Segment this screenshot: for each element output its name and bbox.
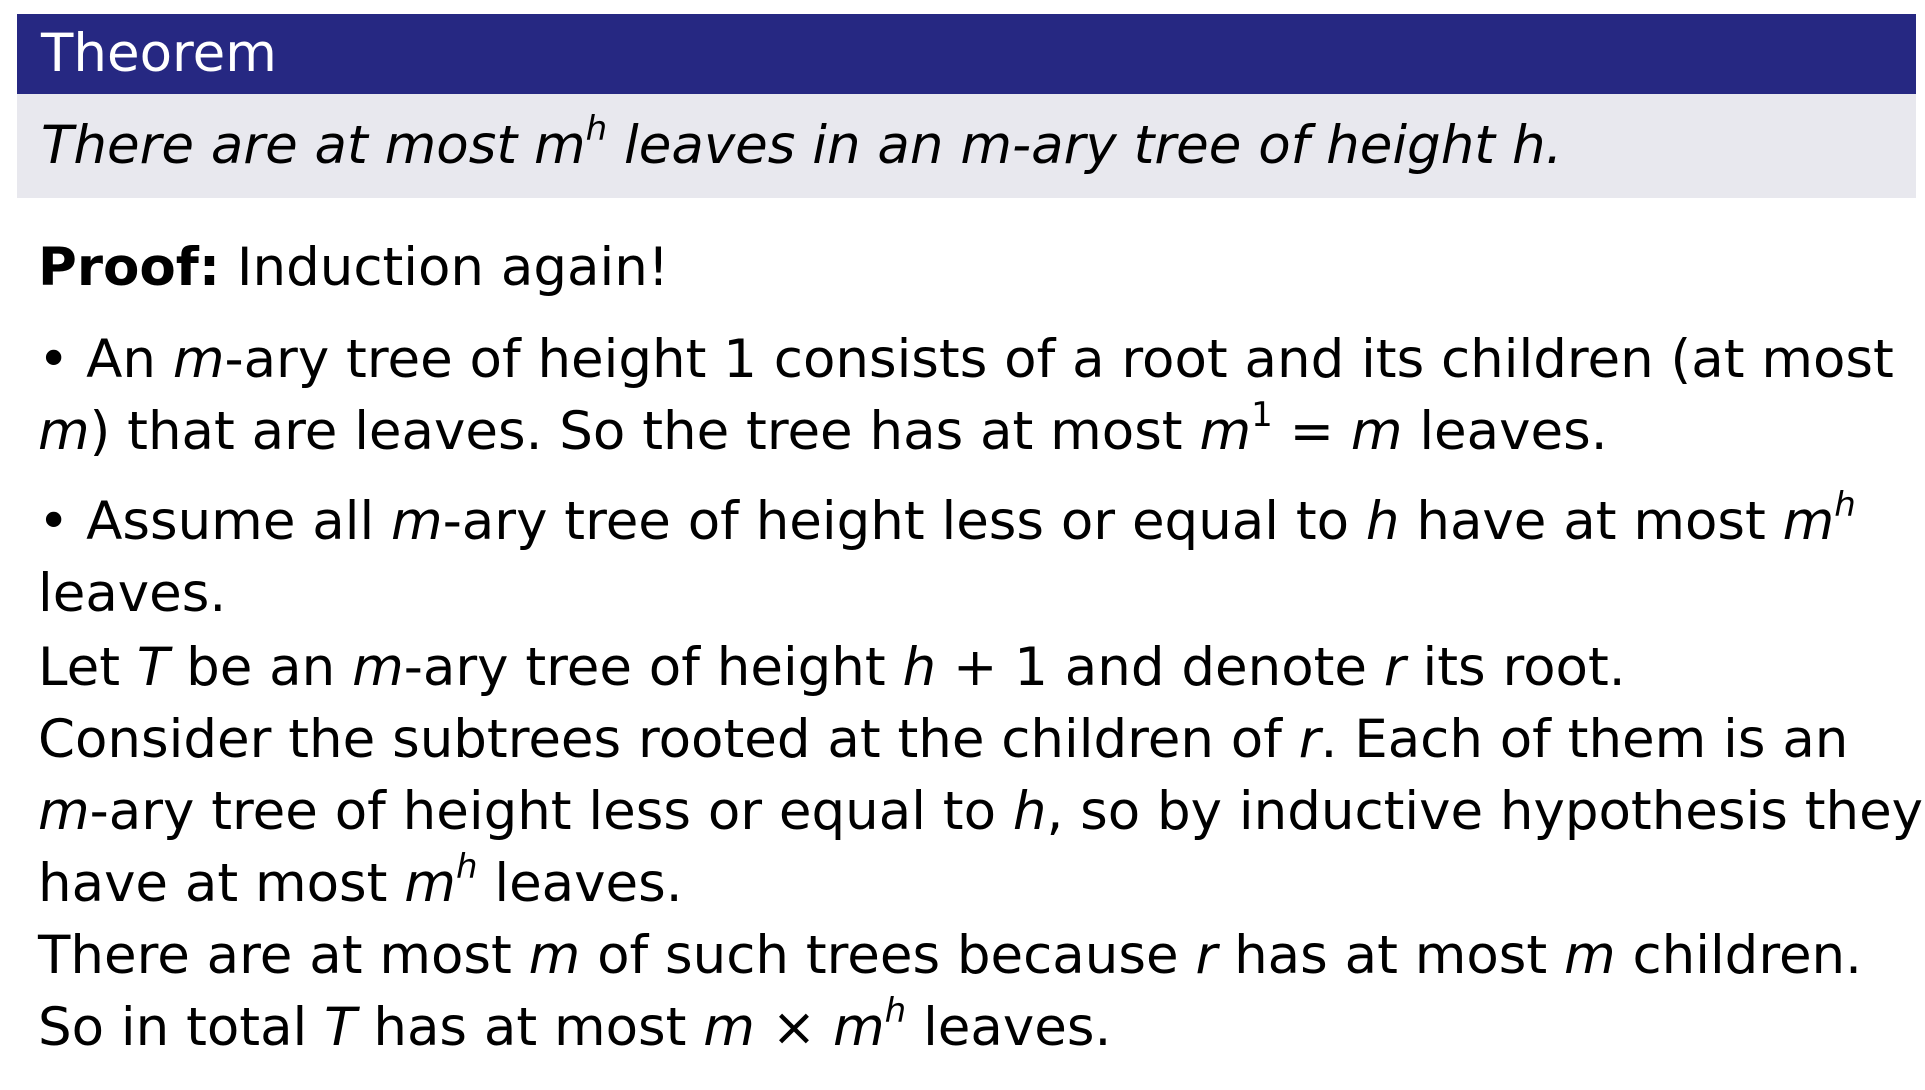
text: Assume all [69, 491, 392, 552]
math-var: m [833, 997, 885, 1058]
text: leaves. [906, 997, 1112, 1058]
math-var: r [1195, 925, 1218, 986]
text: its root. [1405, 637, 1626, 698]
text: An [69, 329, 173, 390]
math-var: h [1365, 491, 1400, 552]
math-var: h [902, 637, 937, 698]
math-var: m [352, 637, 404, 698]
math-exponent: 1 [1251, 395, 1273, 436]
math-exponent: h [1834, 485, 1856, 526]
consider-line-3: have at most mh leaves. [38, 850, 683, 916]
bullet-2-line-2: leaves. [38, 562, 226, 626]
text: There are at most [38, 925, 529, 986]
text: . Each of them is an [1320, 709, 1849, 770]
theorem-statement: There are at most mh leaves in an m-ary … [17, 94, 1916, 198]
bullet-1-line-2: m) that are leaves. So the tree has at m… [38, 398, 1608, 464]
text: has at most [1217, 925, 1565, 986]
text: have at most [1399, 491, 1783, 552]
math-var: h [1511, 115, 1546, 176]
math-var: m [1564, 925, 1616, 986]
consider-line-2: m-ary tree of height less or equal to h,… [38, 780, 1923, 844]
theorem-text: There are at most [41, 115, 534, 176]
theorem-text: -ary tree of height [1011, 115, 1512, 176]
consider-line-1: Consider the subtrees rooted at the chil… [38, 708, 1848, 772]
math-var: m [1350, 401, 1403, 462]
text: leaves. [477, 853, 683, 914]
math-var: m [38, 781, 90, 842]
bullet-1-line-1: • An m-ary tree of height 1 consists of … [38, 328, 1894, 392]
text: -ary tree of height less or equal to [89, 781, 1013, 842]
math-var: r [1383, 637, 1406, 698]
text: -ary tree of height [403, 637, 903, 698]
proof-intro: Induction again! [220, 237, 670, 298]
math-var: m [528, 925, 581, 986]
math-exponent: h [585, 109, 608, 150]
let-line: Let T be an m-ary tree of height h + 1 a… [38, 636, 1626, 700]
so-total-line: So in total T has at most m × mh leaves. [38, 994, 1112, 1060]
text: , so by inductive hypothesis they [1046, 781, 1924, 842]
text: leaves. [1402, 401, 1608, 462]
math-operator: = [1272, 401, 1351, 462]
text: has at most [356, 997, 704, 1058]
math-var: m [960, 115, 1012, 176]
math-var: m [172, 329, 225, 390]
theorem-title: Theorem [17, 14, 1916, 94]
text: and denote [1047, 637, 1384, 698]
text: Consider the subtrees rooted at the chil… [38, 709, 1299, 770]
math-var: r [1298, 709, 1321, 770]
slide: Theorem There are at most mh leaves in a… [0, 0, 1925, 1090]
math-var: m [404, 853, 456, 914]
proof-heading: Proof: Induction again! [38, 236, 669, 300]
math-operator: × [754, 997, 834, 1058]
math-var: m [1782, 491, 1835, 552]
math-exponent: h [455, 847, 478, 888]
math-var: h [1012, 781, 1047, 842]
theorem-text: leaves in an [607, 115, 961, 176]
proof-label: Proof: [38, 237, 221, 298]
bullet-icon: • [38, 491, 70, 552]
math-var: m [703, 997, 755, 1058]
math-var: T [324, 997, 357, 1058]
text: be an [169, 637, 353, 698]
text: ) that are leaves. So the tree has at mo… [89, 401, 1200, 462]
bullet-2-line-1: • Assume all m-ary tree of height less o… [38, 488, 1856, 554]
math-var: m [391, 491, 443, 552]
text: -ary tree of height 1 consists of a root… [224, 329, 1894, 390]
math-var: m [533, 115, 586, 176]
text: -ary tree of height less or equal to [442, 491, 1366, 552]
math-operator: + 1 [936, 637, 1048, 698]
math-var: m [38, 401, 90, 462]
there-are-line: There are at most m of such trees becaus… [38, 924, 1862, 988]
bullet-icon: • [38, 329, 70, 390]
theorem-block: Theorem There are at most mh leaves in a… [17, 14, 1916, 198]
text: children. [1615, 925, 1863, 986]
theorem-text: . [1545, 115, 1563, 176]
math-var: T [136, 637, 170, 698]
math-var: m [1199, 401, 1252, 462]
text: of such trees because [580, 925, 1196, 986]
text: leaves. [38, 563, 227, 624]
math-exponent: h [884, 991, 907, 1032]
text: Let [38, 637, 137, 698]
text: So in total [38, 997, 325, 1058]
text: have at most [38, 853, 405, 914]
